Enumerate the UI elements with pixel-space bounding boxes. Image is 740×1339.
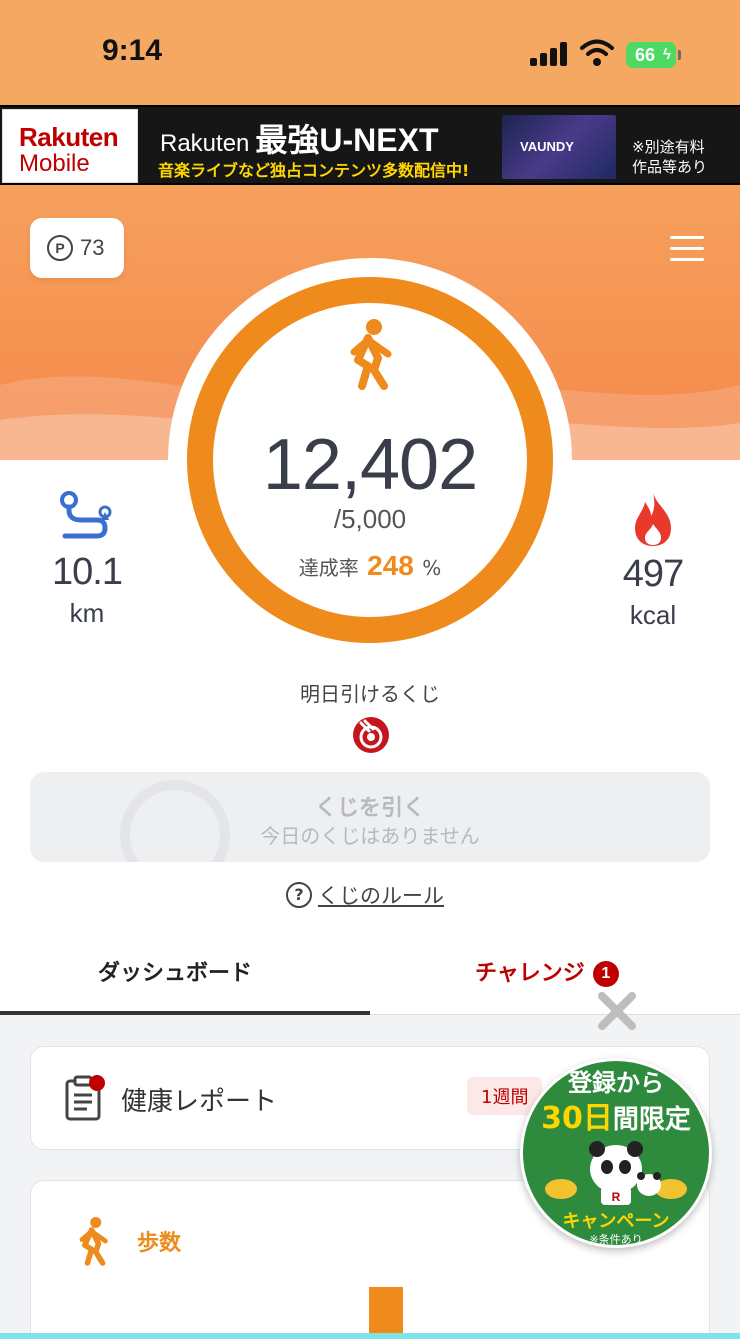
calories-unit: kcal xyxy=(629,600,677,630)
promo-line4: ※条件あり xyxy=(589,1233,643,1246)
lottery-icon xyxy=(353,717,389,753)
tab-dashboard[interactable]: ダッシュボード xyxy=(98,955,252,987)
steps-ring[interactable]: 12,402 /5,000 達成率 248 % xyxy=(166,256,574,664)
ad-brand: Rakuten xyxy=(160,130,250,157)
rate-value: 248 xyxy=(367,550,414,581)
ad-subtitle: 音楽ライブなど独占コンテンツ多数配信中! xyxy=(158,161,470,180)
steps-card-walk-icon xyxy=(79,1216,108,1266)
challenge-badge: 1 xyxy=(592,961,619,987)
walk-icon xyxy=(350,319,392,390)
status-bar: 9:14 66 ϟ xyxy=(0,0,740,105)
active-tab-indicator xyxy=(0,1011,370,1015)
logo-line1: Rakuten xyxy=(19,122,119,152)
rate-label: 達成率 xyxy=(298,556,359,580)
distance-stat: 10.1 km xyxy=(32,490,142,629)
distance-unit: km xyxy=(69,598,105,628)
ad-note-line1: ※別途有料 xyxy=(632,138,705,156)
panda-mascot-icon: R xyxy=(545,1141,687,1205)
distance-value: 10.1 xyxy=(52,551,123,593)
steps-card-title: 歩数 xyxy=(137,1231,182,1256)
help-icon: ? xyxy=(286,882,312,908)
signal-icon xyxy=(530,42,570,66)
calories-stat: 497 kcal xyxy=(598,490,708,631)
tomorrow-lottery-label: 明日引けるくじ xyxy=(300,682,440,706)
promo-line3: キャンペーン xyxy=(562,1211,670,1232)
ad-note: ※別途有料 作品等あり xyxy=(632,137,707,177)
ad-title-text: 最強U-NEXT xyxy=(255,122,439,158)
flame-icon xyxy=(635,492,671,546)
battery-indicator: 66 ϟ xyxy=(626,42,681,68)
close-icon[interactable] xyxy=(596,990,638,1032)
calories-value: 497 xyxy=(622,553,684,595)
rakuten-mobile-logo: Rakuten Mobile xyxy=(2,109,138,183)
menu-icon[interactable] xyxy=(670,236,704,262)
status-time: 9:14 xyxy=(102,34,163,67)
tab-challenge[interactable]: チャレンジ 1 xyxy=(475,955,619,987)
points-button[interactable]: P 73 xyxy=(30,218,124,278)
tab-dashboard-label: ダッシュボード xyxy=(98,961,253,986)
ad-title: Rakuten 最強U-NEXT xyxy=(160,115,439,161)
charging-icon: ϟ xyxy=(663,46,671,63)
svg-text:R: R xyxy=(612,1190,621,1204)
achievement-rate: 達成率 248 % xyxy=(166,550,574,582)
rate-unit: % xyxy=(422,556,442,580)
ad-image-text: VAUNDY xyxy=(520,139,574,154)
report-icon xyxy=(65,1075,105,1121)
rules-link-text: くじのルール xyxy=(318,884,444,908)
steps-bar xyxy=(369,1287,403,1339)
points-value: 73 xyxy=(80,235,105,260)
wifi-icon xyxy=(580,39,614,66)
ad-banner[interactable]: Rakuten Mobile Rakuten 最強U-NEXT 音楽ライブなど独占… xyxy=(0,105,740,185)
logo-line2: Mobile xyxy=(19,150,90,177)
health-report-title: 健康レポート xyxy=(121,1087,278,1117)
ad-image: VAUNDY xyxy=(502,115,616,179)
route-icon xyxy=(60,491,112,539)
draw-lottery-title: くじを引く xyxy=(314,796,425,821)
draw-lottery-button[interactable]: くじを引く 今日のくじはありません xyxy=(30,772,710,862)
tab-challenge-label: チャレンジ xyxy=(475,961,585,986)
draw-lottery-subtitle: 今日のくじはありません xyxy=(260,824,480,848)
lottery-rules-link[interactable]: ? くじのルール xyxy=(286,880,444,910)
points-icon: P xyxy=(47,235,73,261)
steps-goal: /5,000 xyxy=(333,504,407,534)
battery-level: 66 xyxy=(634,45,656,65)
steps-count: 12,402 xyxy=(262,425,478,505)
campaign-promo[interactable]: 登録から 30日間限定 R キャンペーン ※条件あり xyxy=(520,1058,712,1248)
bottom-strip xyxy=(0,1333,740,1339)
ad-note-line2: 作品等あり xyxy=(632,158,708,176)
